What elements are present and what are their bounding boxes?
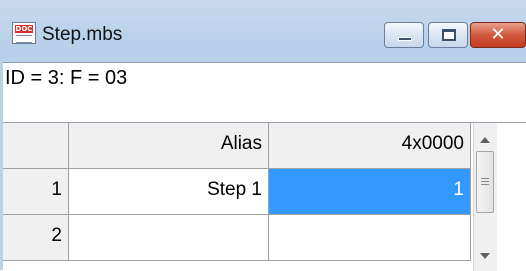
minimize-button[interactable] [384, 22, 424, 48]
table-cell-value-selected[interactable]: 1 [269, 169, 471, 215]
table-cell-alias[interactable]: Step 1 [69, 169, 269, 215]
window-title: Step.mbs [42, 24, 123, 45]
app-icon-tag: DOC [15, 25, 33, 33]
id-display-panel: ID = 3: F = 03 [3, 62, 526, 123]
minimize-icon [398, 37, 412, 41]
register-grid: Alias 4x0000 1 Step 1 1 2 [3, 122, 526, 271]
document-icon[interactable]: DOC [12, 22, 36, 44]
row-header-1[interactable]: 1 [3, 169, 69, 215]
window-frame: DOC Step.mbs ✕ ID = 3: F = 03 Alias 4x00… [0, 0, 526, 271]
id-text: ID = 3: F = 03 [5, 67, 128, 89]
close-button[interactable]: ✕ [470, 22, 526, 48]
row-header-2[interactable]: 2 [3, 215, 69, 261]
scroll-down-arrow-icon[interactable] [480, 253, 490, 259]
table-cell-value[interactable] [269, 215, 471, 261]
grid-corner[interactable] [3, 123, 69, 169]
column-header-address[interactable]: 4x0000 [269, 123, 471, 169]
close-icon: ✕ [490, 24, 506, 45]
vertical-scrollbar[interactable] [473, 123, 497, 271]
maximize-button[interactable] [428, 22, 468, 48]
scroll-up-arrow-icon[interactable] [480, 137, 490, 143]
scroll-thumb[interactable] [476, 151, 494, 213]
column-header-alias[interactable]: Alias [69, 123, 269, 169]
maximize-icon [442, 29, 456, 41]
title-bar[interactable]: DOC Step.mbs ✕ [0, 0, 526, 60]
table-cell-alias[interactable] [69, 215, 269, 261]
